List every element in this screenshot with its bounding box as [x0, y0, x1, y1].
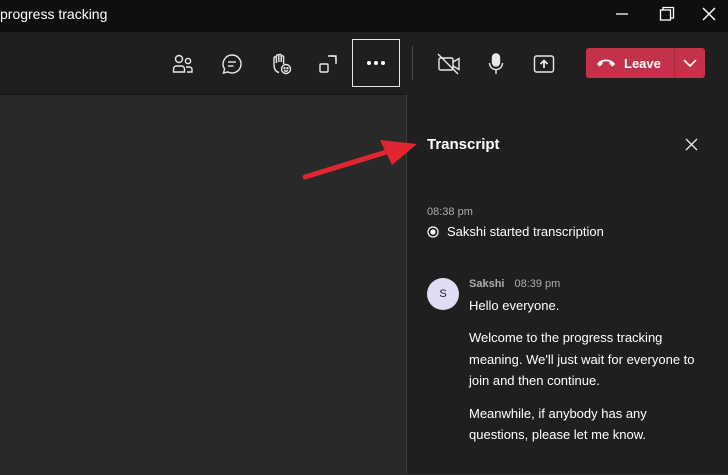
- message-header: Sakshi 08:39 pm: [469, 278, 709, 290]
- annotation-arrow: [302, 140, 417, 180]
- system-event-text: Sakshi started transcription: [447, 224, 604, 239]
- transcript-panel: Transcript 08:38 pm Sakshi started trans…: [407, 94, 728, 474]
- restore-icon: [659, 6, 675, 21]
- share-tray-icon: [319, 54, 337, 73]
- system-event: Sakshi started transcription: [427, 224, 604, 239]
- system-event-time: 08:38 pm: [427, 206, 473, 218]
- raise-hand-icon: [273, 53, 292, 74]
- camera-off-icon: [437, 53, 460, 74]
- minimize-button[interactable]: [607, 0, 637, 28]
- leave-options-button[interactable]: [675, 48, 705, 78]
- microphone-icon: [488, 52, 504, 74]
- message-time: 08:39 pm: [514, 278, 561, 290]
- microphone-button[interactable]: [473, 41, 519, 86]
- leave-button-group: Leave: [586, 48, 705, 78]
- close-icon: [685, 138, 697, 150]
- participants-icon: [172, 54, 193, 73]
- avatar: S: [427, 278, 459, 310]
- chat-button[interactable]: [209, 41, 255, 86]
- raise-hand-button[interactable]: [258, 41, 304, 86]
- message-line: Meanwhile, if anybody has any questions,…: [469, 405, 647, 443]
- panel-title: Transcript: [427, 136, 500, 153]
- chevron-down-icon: [683, 59, 697, 67]
- share-screen-icon: [533, 54, 555, 73]
- recording-icon: [427, 225, 439, 238]
- leave-button[interactable]: Leave: [586, 48, 666, 78]
- camera-toggle-button[interactable]: [426, 41, 472, 86]
- more-actions-icon: [367, 61, 385, 65]
- participants-button[interactable]: [160, 41, 206, 86]
- leave-label: Leave: [624, 55, 661, 71]
- close-icon: [702, 7, 716, 21]
- close-panel-button[interactable]: [681, 134, 701, 154]
- toolbar-divider: [412, 46, 413, 80]
- hang-up-icon: [597, 59, 615, 67]
- message-line: Hello everyone.: [469, 298, 560, 313]
- transcript-message: Sakshi 08:39 pm Hello everyone. Welcome …: [469, 278, 709, 446]
- share-screen-button[interactable]: [521, 41, 567, 86]
- restore-button[interactable]: [652, 0, 682, 28]
- title-bar: progress tracking: [0, 0, 728, 33]
- share-tray-button[interactable]: [305, 41, 351, 86]
- message-author: Sakshi: [469, 278, 505, 290]
- window-title: progress tracking: [0, 6, 108, 22]
- chat-icon: [222, 53, 242, 74]
- message-line: Welcome to the progress tracking meaning…: [469, 330, 695, 388]
- close-window-button[interactable]: [694, 0, 724, 28]
- more-actions-button[interactable]: [352, 39, 400, 87]
- minimize-icon: [616, 13, 628, 15]
